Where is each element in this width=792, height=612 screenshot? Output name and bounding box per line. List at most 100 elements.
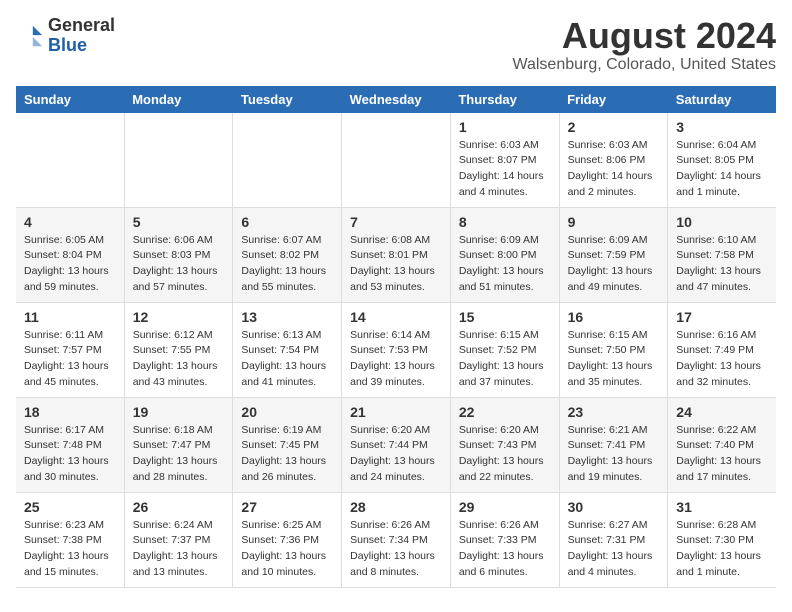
- day-number: 23: [568, 404, 660, 420]
- calendar-cell: 11Sunrise: 6:11 AM Sunset: 7:57 PM Dayli…: [16, 302, 124, 397]
- calendar-cell: 13 Sunrise: 6:13 AM Sunset: 7:54 PM Dayli…: [233, 302, 342, 397]
- day-info: Sunrise: 6:22 AM Sunset: 7:40 PM Dayligh…: [676, 423, 768, 486]
- day-info: Sunrise: 6:04 AM Sunset: 8:05 PM Dayligh…: [676, 138, 768, 201]
- day-number: 15: [459, 309, 551, 325]
- day-number: 17: [676, 309, 768, 325]
- day-info: Sunrise: 6:26 AM Sunset: 7:33 PM Dayligh…: [459, 518, 551, 581]
- calendar-cell: 31Sunrise: 6:28 AM Sunset: 7:30 PM Dayli…: [668, 492, 776, 587]
- day-number: 13: [241, 309, 333, 325]
- logo-icon: [16, 22, 44, 50]
- calendar-cell: [124, 113, 233, 208]
- week-row-1: 1Sunrise: 6:03 AM Sunset: 8:07 PM Daylig…: [16, 113, 776, 208]
- day-number: 30: [568, 499, 660, 515]
- day-info: Sunrise: 6:26 AM Sunset: 7:34 PM Dayligh…: [350, 518, 442, 581]
- day-number: 9: [568, 214, 660, 230]
- week-row-2: 4 Sunrise: 6:05 AM Sunset: 8:04 PM Daylig…: [16, 207, 776, 302]
- calendar-cell: 22 Sunrise: 6:20 AM Sunset: 7:43 PM Dayli…: [450, 397, 559, 492]
- day-number: 4: [24, 214, 116, 230]
- day-info: Sunrise: 6:09 AM Sunset: 8:00 PM Dayligh…: [459, 233, 551, 296]
- calendar-cell: 24 Sunrise: 6:22 AM Sunset: 7:40 PM Dayli…: [668, 397, 776, 492]
- day-info: Sunrise: 6:13 AM Sunset: 7:54 PM Dayligh…: [241, 328, 333, 391]
- column-header-tuesday: Tuesday: [233, 86, 342, 113]
- day-number: 19: [133, 404, 225, 420]
- calendar-cell: 18 Sunrise: 6:17 AM Sunset: 7:48 PM Dayli…: [16, 397, 124, 492]
- day-number: 18: [24, 404, 116, 420]
- day-number: 12: [133, 309, 225, 325]
- day-info: Sunrise: 6:10 AM Sunset: 7:58 PM Dayligh…: [676, 233, 768, 296]
- calendar-cell: [16, 113, 124, 208]
- calendar-cell: 14 Sunrise: 6:14 AM Sunset: 7:53 PM Dayli…: [342, 302, 451, 397]
- day-info: Sunrise: 6:24 AM Sunset: 7:37 PM Dayligh…: [133, 518, 225, 581]
- calendar-cell: [342, 113, 451, 208]
- main-title: August 2024: [512, 16, 776, 56]
- day-number: 24: [676, 404, 768, 420]
- week-row-4: 18 Sunrise: 6:17 AM Sunset: 7:48 PM Dayli…: [16, 397, 776, 492]
- calendar-cell: 4 Sunrise: 6:05 AM Sunset: 8:04 PM Daylig…: [16, 207, 124, 302]
- day-number: 5: [133, 214, 225, 230]
- day-info: Sunrise: 6:20 AM Sunset: 7:44 PM Dayligh…: [350, 423, 442, 486]
- calendar-cell: 25 Sunrise: 6:23 AM Sunset: 7:38 PM Dayli…: [16, 492, 124, 587]
- calendar-cell: 27Sunrise: 6:25 AM Sunset: 7:36 PM Dayli…: [233, 492, 342, 587]
- calendar-cell: 3 Sunrise: 6:04 AM Sunset: 8:05 PM Daylig…: [668, 113, 776, 208]
- calendar-cell: 1Sunrise: 6:03 AM Sunset: 8:07 PM Daylig…: [450, 113, 559, 208]
- logo-text: General Blue: [48, 16, 115, 56]
- subtitle: Walsenburg, Colorado, United States: [512, 56, 776, 74]
- calendar-cell: 12Sunrise: 6:12 AM Sunset: 7:55 PM Dayli…: [124, 302, 233, 397]
- calendar-cell: 29Sunrise: 6:26 AM Sunset: 7:33 PM Dayli…: [450, 492, 559, 587]
- logo: General Blue: [16, 16, 115, 56]
- week-row-3: 11Sunrise: 6:11 AM Sunset: 7:57 PM Dayli…: [16, 302, 776, 397]
- day-info: Sunrise: 6:19 AM Sunset: 7:45 PM Dayligh…: [241, 423, 333, 486]
- day-number: 6: [241, 214, 333, 230]
- header-row: SundayMondayTuesdayWednesdayThursdayFrid…: [16, 86, 776, 113]
- day-number: 31: [676, 499, 768, 515]
- day-number: 22: [459, 404, 551, 420]
- calendar-cell: 8 Sunrise: 6:09 AM Sunset: 8:00 PM Daylig…: [450, 207, 559, 302]
- day-number: 14: [350, 309, 442, 325]
- day-number: 3: [676, 119, 768, 135]
- column-header-wednesday: Wednesday: [342, 86, 451, 113]
- day-info: Sunrise: 6:03 AM Sunset: 8:06 PM Dayligh…: [568, 138, 660, 201]
- column-header-monday: Monday: [124, 86, 233, 113]
- day-number: 26: [133, 499, 225, 515]
- day-info: Sunrise: 6:25 AM Sunset: 7:36 PM Dayligh…: [241, 518, 333, 581]
- day-number: 7: [350, 214, 442, 230]
- day-info: Sunrise: 6:06 AM Sunset: 8:03 PM Dayligh…: [133, 233, 225, 296]
- day-info: Sunrise: 6:15 AM Sunset: 7:52 PM Dayligh…: [459, 328, 551, 391]
- calendar-cell: [233, 113, 342, 208]
- day-info: Sunrise: 6:17 AM Sunset: 7:48 PM Dayligh…: [24, 423, 116, 486]
- day-number: 11: [24, 309, 116, 325]
- column-header-friday: Friday: [559, 86, 668, 113]
- calendar-cell: 20Sunrise: 6:19 AM Sunset: 7:45 PM Dayli…: [233, 397, 342, 492]
- day-info: Sunrise: 6:03 AM Sunset: 8:07 PM Dayligh…: [459, 138, 551, 201]
- day-info: Sunrise: 6:18 AM Sunset: 7:47 PM Dayligh…: [133, 423, 225, 486]
- day-info: Sunrise: 6:08 AM Sunset: 8:01 PM Dayligh…: [350, 233, 442, 296]
- calendar-cell: 23 Sunrise: 6:21 AM Sunset: 7:41 PM Dayli…: [559, 397, 668, 492]
- day-number: 10: [676, 214, 768, 230]
- calendar-cell: 7 Sunrise: 6:08 AM Sunset: 8:01 PM Daylig…: [342, 207, 451, 302]
- week-row-5: 25 Sunrise: 6:23 AM Sunset: 7:38 PM Dayli…: [16, 492, 776, 587]
- day-info: Sunrise: 6:21 AM Sunset: 7:41 PM Dayligh…: [568, 423, 660, 486]
- calendar-cell: 5 Sunrise: 6:06 AM Sunset: 8:03 PM Daylig…: [124, 207, 233, 302]
- calendar-cell: 17 Sunrise: 6:16 AM Sunset: 7:49 PM Dayli…: [668, 302, 776, 397]
- day-number: 8: [459, 214, 551, 230]
- header: General Blue August 2024 Walsenburg, Col…: [16, 16, 776, 74]
- day-info: Sunrise: 6:16 AM Sunset: 7:49 PM Dayligh…: [676, 328, 768, 391]
- day-info: Sunrise: 6:23 AM Sunset: 7:38 PM Dayligh…: [24, 518, 116, 581]
- calendar-cell: 30 Sunrise: 6:27 AM Sunset: 7:31 PM Dayli…: [559, 492, 668, 587]
- column-header-sunday: Sunday: [16, 86, 124, 113]
- column-header-saturday: Saturday: [668, 86, 776, 113]
- day-info: Sunrise: 6:05 AM Sunset: 8:04 PM Dayligh…: [24, 233, 116, 296]
- day-info: Sunrise: 6:14 AM Sunset: 7:53 PM Dayligh…: [350, 328, 442, 391]
- calendar-cell: 21Sunrise: 6:20 AM Sunset: 7:44 PM Dayli…: [342, 397, 451, 492]
- calendar-cell: 19 Sunrise: 6:18 AM Sunset: 7:47 PM Dayli…: [124, 397, 233, 492]
- day-info: Sunrise: 6:27 AM Sunset: 7:31 PM Dayligh…: [568, 518, 660, 581]
- day-number: 16: [568, 309, 660, 325]
- calendar-cell: 26 Sunrise: 6:24 AM Sunset: 7:37 PM Dayli…: [124, 492, 233, 587]
- calendar-cell: 6Sunrise: 6:07 AM Sunset: 8:02 PM Daylig…: [233, 207, 342, 302]
- day-number: 25: [24, 499, 116, 515]
- calendar-cell: 15 Sunrise: 6:15 AM Sunset: 7:52 PM Dayli…: [450, 302, 559, 397]
- calendar-cell: 16 Sunrise: 6:15 AM Sunset: 7:50 PM Dayli…: [559, 302, 668, 397]
- day-info: Sunrise: 6:15 AM Sunset: 7:50 PM Dayligh…: [568, 328, 660, 391]
- title-area: August 2024 Walsenburg, Colorado, United…: [512, 16, 776, 74]
- day-info: Sunrise: 6:20 AM Sunset: 7:43 PM Dayligh…: [459, 423, 551, 486]
